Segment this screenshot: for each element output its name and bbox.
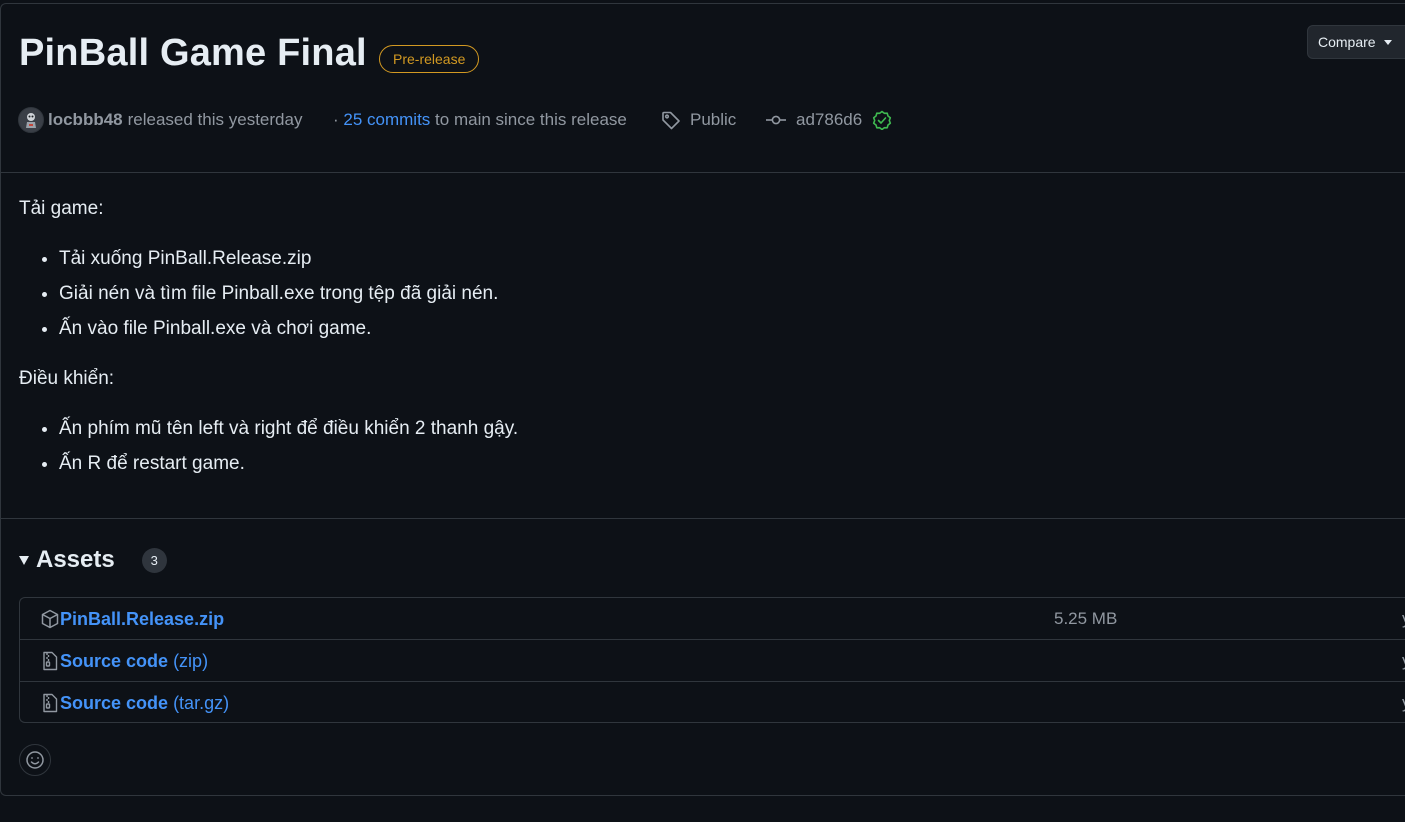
notes-heading-download: Tải game: [19, 198, 104, 219]
list-item: Ấn vào file Pinball.exe và chơi game. [59, 311, 498, 346]
commits-suffix-text: to main since this release [435, 110, 627, 129]
compare-label: Compare [1318, 34, 1376, 50]
commit-icon [766, 113, 786, 127]
asset-link-source-zip[interactable]: Source code (zip) [60, 651, 208, 672]
asset-link-source-targz[interactable]: Source code (tar.gz) [60, 693, 229, 714]
add-reaction-button[interactable] [19, 744, 51, 776]
asset-row: Source code (tar.gz) y [20, 681, 1405, 724]
release-title[interactable]: PinBall Game Final [19, 32, 367, 75]
asset-row: Source code (zip) y [20, 639, 1405, 682]
asset-suffix: (tar.gz) [173, 692, 230, 713]
commits-link[interactable]: 25 commits [343, 110, 430, 130]
notes-heading-controls: Điều khiển: [19, 368, 115, 389]
author-link[interactable]: locbbb48 [48, 110, 123, 130]
asset-name: Source code [60, 650, 169, 671]
assets-title: Assets [36, 546, 115, 573]
avatar[interactable] [18, 107, 44, 133]
tag-label: Public [690, 110, 737, 129]
assets-toggle[interactable]: Assets 3 [19, 544, 167, 576]
asset-name: Source code [60, 692, 169, 713]
asset-row: PinBall.Release.zip 5.25 MB y [20, 598, 1405, 640]
controls-list: Ấn phím mũ tên left và right để điều khi… [19, 411, 518, 481]
asset-link-release-zip[interactable]: PinBall.Release.zip [60, 609, 224, 630]
notes-divider [0, 518, 1405, 519]
commits-meta: · 25 commits to main since this release [333, 106, 627, 134]
triangle-down-icon [19, 555, 29, 565]
release-author-meta: locbbb48 released this yesterday [18, 106, 302, 134]
caret-down-icon [1383, 39, 1392, 45]
smiley-icon [25, 750, 45, 770]
released-text: released this yesterday [127, 110, 303, 129]
package-icon [41, 609, 59, 629]
prerelease-badge: Pre-release [379, 45, 480, 73]
list-item: Ấn R để restart game. [59, 446, 518, 481]
tag-meta[interactable]: Public [661, 106, 736, 134]
separator-dot: · [333, 110, 344, 129]
assets-count-badge: 3 [141, 547, 167, 573]
tag-icon [661, 110, 681, 130]
list-item: Tải xuống PinBall.Release.zip [59, 241, 498, 276]
list-item: Ấn phím mũ tên left và right để điều khi… [59, 411, 518, 446]
commits-suffix: to main since this release [430, 110, 627, 130]
list-item: Giải nén và tìm file Pinball.exe trong t… [59, 276, 498, 311]
asset-size: 5.25 MB [1054, 609, 1118, 628]
assets-list: PinBall.Release.zip 5.25 MB y Source cod… [19, 597, 1405, 723]
file-zip-icon [41, 651, 59, 671]
compare-button[interactable]: Compare [1307, 25, 1405, 59]
asset-name: PinBall.Release.zip [60, 608, 225, 629]
asset-suffix: (zip) [173, 650, 209, 671]
header-divider [0, 172, 1405, 173]
commit-hash[interactable]: ad786d6 [796, 110, 862, 130]
file-zip-icon [41, 693, 59, 713]
commit-meta: ad786d6 [766, 106, 892, 134]
verified-icon[interactable] [872, 110, 892, 130]
download-steps-list: Tải xuống PinBall.Release.zip Giải nén v… [19, 241, 498, 346]
